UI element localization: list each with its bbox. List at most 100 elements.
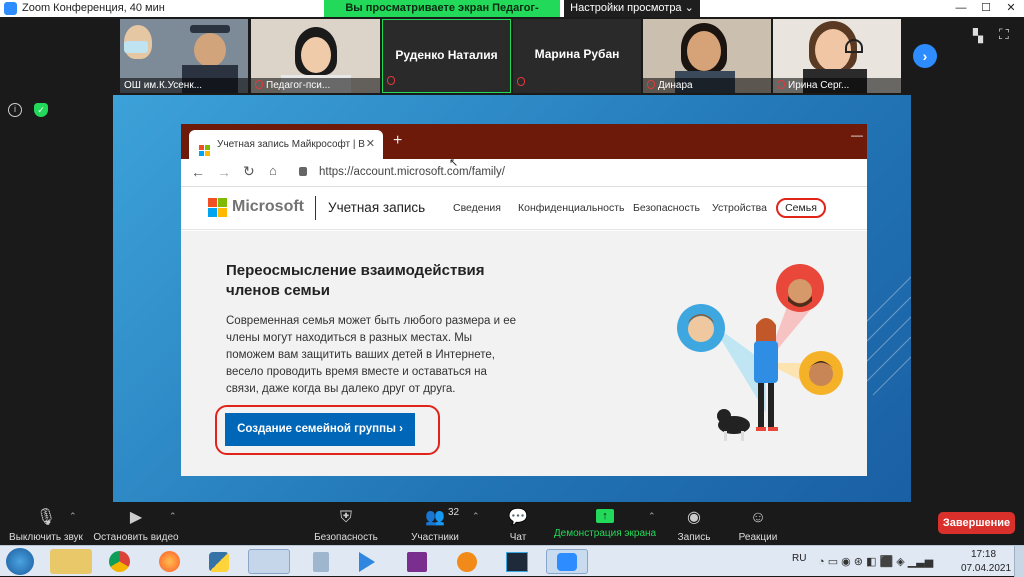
mic-muted-icon bbox=[387, 71, 398, 89]
nav-divider bbox=[315, 196, 316, 220]
calculator-taskbar-icon[interactable] bbox=[300, 549, 342, 574]
next-page-arrow-icon[interactable]: › bbox=[913, 44, 937, 68]
zoom-logo-icon bbox=[4, 2, 17, 15]
participant-name-text: Динара bbox=[658, 80, 693, 91]
close-icon[interactable]: ✕ bbox=[1000, 0, 1022, 17]
share-label: Демонстрация экрана bbox=[553, 528, 657, 539]
reactions-label: Реакции bbox=[738, 532, 778, 543]
window-title: Zoom Конференция, 40 мин bbox=[22, 2, 165, 14]
ms-favicon-icon bbox=[199, 139, 210, 156]
create-family-group-button[interactable]: Создание семейной группы › bbox=[225, 413, 415, 446]
participant-name-large: Руденко Наталия bbox=[395, 48, 498, 62]
new-tab-button[interactable]: + bbox=[393, 132, 402, 150]
fullscreen-icon[interactable]: ⛶ bbox=[999, 26, 1009, 43]
start-button-icon[interactable] bbox=[6, 548, 34, 575]
firefox-taskbar-icon[interactable] bbox=[148, 549, 190, 574]
record-label: Запись bbox=[677, 532, 711, 543]
zoom-taskbar-icon[interactable] bbox=[546, 549, 588, 574]
zoom-controls: 🎙 Выключить звук ⌃ ▶ Остановить видео ⌃ ⛨ Б… bbox=[0, 503, 1024, 545]
gallery-view-icon[interactable]: ▚ bbox=[973, 28, 983, 44]
view-options-label: Настройки просмотра bbox=[570, 2, 682, 14]
maximize-icon[interactable]: ☐ bbox=[975, 0, 997, 17]
nav-item-privacy[interactable]: Конфиденциальность bbox=[518, 202, 625, 214]
account-label: Учетная запись bbox=[328, 200, 426, 215]
participant-name-text: Ирина Серг... bbox=[788, 80, 850, 91]
participant-name: Динара bbox=[643, 78, 771, 93]
language-indicator[interactable]: RU bbox=[792, 553, 806, 564]
participant-tile[interactable]: Педагог-пси... bbox=[251, 19, 380, 93]
back-icon[interactable]: ← bbox=[191, 164, 205, 180]
reactions-button[interactable]: ☺ Реакции bbox=[736, 503, 780, 545]
tray-icons[interactable]: ◔ ▭ ◉ ⊛ ◧ ⬛ ◈ ▁▃▅ bbox=[818, 555, 933, 568]
meeting-info-icon[interactable]: i bbox=[8, 103, 22, 117]
chat-button[interactable]: 💬 Чат bbox=[503, 503, 533, 545]
participant-tile[interactable]: Динара bbox=[643, 19, 771, 93]
mouse-cursor-icon: ↖ bbox=[449, 157, 459, 169]
chrome-taskbar-icon[interactable] bbox=[98, 549, 140, 574]
shared-browser-window: Учетная запись Майкрософт | В ✕ + — ← → … bbox=[181, 124, 867, 476]
record-button[interactable]: ◉ Запись bbox=[672, 503, 716, 545]
participant-tile[interactable]: Ирина Серг... bbox=[773, 19, 901, 93]
participants-caret-icon[interactable]: ⌃ bbox=[472, 511, 480, 522]
shield-icon: ⛨ bbox=[339, 509, 352, 526]
family-illustration bbox=[677, 264, 843, 441]
explorer-taskbar-icon[interactable] bbox=[50, 549, 92, 574]
mic-muted-icon bbox=[517, 72, 528, 90]
mute-button[interactable]: 🎙 Выключить звук bbox=[6, 503, 86, 545]
audio-options-caret-icon[interactable]: ⌃ bbox=[69, 511, 77, 522]
url-field[interactable]: https://account.microsoft.com/family/ bbox=[319, 166, 505, 178]
browser-tab-bar: Учетная запись Майкрософт | В ✕ + — bbox=[181, 124, 867, 159]
microsoft-logo-icon bbox=[208, 198, 228, 223]
nav-item-info[interactable]: Сведения bbox=[453, 202, 501, 214]
media-player-taskbar-icon[interactable] bbox=[346, 549, 388, 574]
participant-tile[interactable]: Руденко Наталия bbox=[382, 19, 511, 93]
participant-tile[interactable]: ОШ им.К.Усенк... bbox=[120, 19, 248, 93]
record-icon: ◉ bbox=[687, 509, 701, 526]
microsoft-brand: Microsoft bbox=[232, 198, 304, 215]
stop-video-button[interactable]: ▶ Остановить видео bbox=[92, 503, 180, 545]
video-options-caret-icon[interactable]: ⌃ bbox=[169, 511, 177, 522]
participant-name: Педагог-пси... bbox=[251, 78, 380, 93]
share-arrow-icon: ↑ bbox=[596, 509, 614, 523]
show-desktop-button[interactable] bbox=[1014, 546, 1024, 577]
share-screen-button[interactable]: ↑ Демонстрация экрана bbox=[553, 503, 657, 545]
ms-account-nav: Microsoft Учетная запись Сведения Конфид… bbox=[181, 188, 867, 230]
home-icon[interactable]: ⌂ bbox=[269, 163, 277, 178]
paint-taskbar-icon[interactable] bbox=[248, 549, 290, 574]
video-label: Остановить видео bbox=[93, 532, 179, 543]
ms-family-page: Переосмысление взаимодействия членов сем… bbox=[181, 231, 867, 476]
save-taskbar-icon[interactable] bbox=[396, 549, 438, 574]
participant-name: ОШ им.К.Усенк... bbox=[120, 78, 248, 93]
nav-item-family[interactable]: Семья bbox=[776, 198, 826, 218]
video-editor-taskbar-icon[interactable] bbox=[496, 549, 538, 574]
minimize-icon[interactable]: — bbox=[950, 0, 972, 17]
windows-taskbar: RU ◔ ▭ ◉ ⊛ ◧ ⬛ ◈ ▁▃▅ 17:18 07.04.2021 bbox=[0, 545, 1024, 577]
participant-tile[interactable]: Марина Рубан bbox=[513, 19, 641, 93]
share-options-caret-icon[interactable]: ⌃ bbox=[648, 511, 656, 522]
clock-time: 17:18 bbox=[971, 549, 997, 560]
browser-address-bar: ← → ↻ ⌂ https://account.microsoft.com/fa… bbox=[181, 159, 867, 187]
browser-tab[interactable]: Учетная запись Майкрософт | В ✕ bbox=[189, 130, 383, 159]
nav-item-security[interactable]: Безопасность bbox=[633, 202, 700, 214]
encryption-shield-icon[interactable]: ✓ bbox=[34, 103, 48, 117]
mic-muted-icon bbox=[255, 80, 263, 89]
end-meeting-button[interactable]: Завершение bbox=[938, 512, 1015, 534]
video-camera-icon: ▶ bbox=[129, 509, 143, 526]
tab-close-icon[interactable]: ✕ bbox=[366, 130, 375, 159]
reload-icon[interactable]: ↻ bbox=[243, 163, 255, 180]
view-options-button[interactable]: Настройки просмотра ⌄ bbox=[564, 0, 700, 17]
audacity-taskbar-icon[interactable] bbox=[446, 549, 488, 574]
participant-name-text: Педагог-пси... bbox=[266, 80, 331, 91]
browser-minimize-icon[interactable]: — bbox=[851, 128, 863, 142]
python-taskbar-icon[interactable] bbox=[198, 549, 240, 574]
mic-muted-icon bbox=[777, 80, 785, 89]
chat-label: Чат bbox=[509, 532, 527, 543]
security-button[interactable]: ⛨ Безопасность bbox=[314, 503, 378, 545]
participants-label: Участники bbox=[411, 532, 459, 543]
forward-icon[interactable]: → bbox=[217, 164, 231, 180]
participants-count: 32 bbox=[448, 507, 460, 518]
clock-date: 07.04.2021 bbox=[961, 563, 1012, 574]
chat-bubble-icon: 💬 bbox=[508, 509, 528, 526]
lock-icon bbox=[299, 167, 307, 176]
nav-item-devices[interactable]: Устройства bbox=[712, 202, 767, 214]
